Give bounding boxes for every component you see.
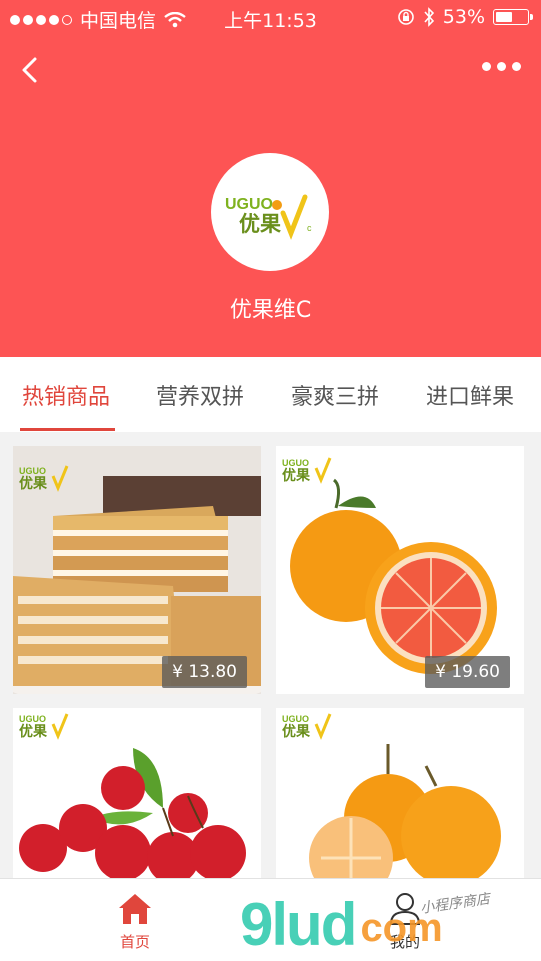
back-icon[interactable]: [16, 56, 44, 84]
svg-text:UGUO: UGUO: [282, 714, 309, 724]
home-icon: [119, 894, 151, 924]
svg-text:UGUO: UGUO: [225, 196, 273, 213]
active-tab-indicator: [20, 428, 115, 431]
svg-text:优果: 优果: [282, 467, 311, 484]
watermark-logo: 9lud com: [240, 890, 443, 959]
battery-percent: 53%: [442, 6, 485, 28]
tab-home[interactable]: 首页: [110, 891, 160, 952]
tab-triple-combo[interactable]: 豪爽三拼: [291, 379, 379, 411]
shop-logo: UGUO 优果 c: [211, 153, 329, 271]
tab-home-label: 首页: [119, 933, 150, 951]
product-card[interactable]: UGUO 优果: [276, 708, 524, 878]
svg-text:UGUO: UGUO: [19, 714, 46, 724]
product-image: UGUO 优果: [276, 708, 524, 878]
rotation-lock-icon: [397, 9, 414, 25]
more-options-icon[interactable]: [482, 62, 521, 71]
svg-text:优果: 优果: [282, 723, 311, 740]
price-tag: ¥ 19.60: [425, 656, 510, 688]
svg-text:优果: 优果: [239, 212, 281, 236]
svg-text:优果: 优果: [19, 475, 48, 492]
status-bar: 中国电信 上午11:53 53%: [0, 0, 541, 36]
product-card[interactable]: UGUO 优果 ¥ 13.80: [13, 446, 261, 694]
svg-text:UGUO: UGUO: [282, 458, 309, 468]
shop-name: 优果维C: [229, 298, 312, 323]
product-card[interactable]: UGUO 优果 ¥ 19.60: [276, 446, 524, 694]
shop-header: 中国电信 上午11:53 53% UGUO 优果 c 优果维C: [0, 0, 541, 357]
svg-text:UGUO: UGUO: [19, 466, 46, 476]
tab-imported-fruit[interactable]: 进口鲜果: [426, 379, 514, 411]
bluetooth-icon: [424, 7, 434, 27]
tab-double-combo[interactable]: 营养双拼: [156, 379, 244, 411]
battery-icon: [493, 9, 533, 25]
price-tag: ¥ 13.80: [162, 656, 247, 688]
watermark-logo-text: 9lud: [240, 891, 357, 958]
svg-text:c: c: [307, 223, 312, 233]
tab-hot-products[interactable]: 热销商品: [22, 379, 110, 411]
product-image: UGUO 优果: [13, 708, 261, 878]
category-tabs: 热销商品 营养双拼 豪爽三拼 进口鲜果: [0, 357, 541, 432]
product-card[interactable]: UGUO 优果: [13, 708, 261, 878]
svg-text:优果: 优果: [19, 723, 48, 740]
